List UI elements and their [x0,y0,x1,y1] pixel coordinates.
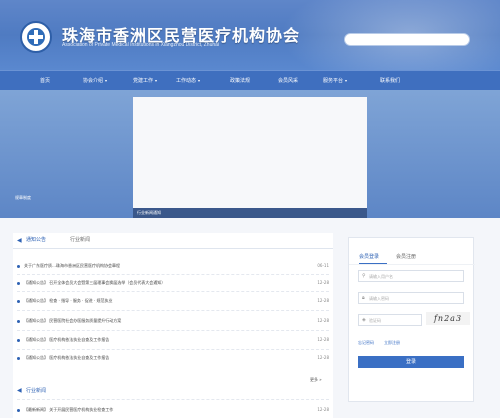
bullet-icon [17,320,20,323]
banner-image [133,97,367,208]
user-icon: ⚲ [362,273,366,279]
megaphone-icon: ◀ [17,387,22,394]
banner-left-caption: 规章制度 [15,195,31,200]
chevron-down-icon: ▾ [105,78,108,83]
username-field[interactable]: ⚲ 请输入用户名 [358,270,464,282]
lock-icon: 🔒︎ [362,295,365,301]
forgot-password-link[interactable]: 忘记密码 [358,340,374,346]
chevron-down-icon: ▾ [198,78,201,83]
nav-item-members[interactable]: 会员风采 [268,71,308,91]
nav-item-about[interactable]: 协会介绍 ▾ [75,71,115,91]
captcha-image[interactable]: fn2a3 [426,312,470,325]
list-item[interactable]: 【最新新闻】 关于开展民营医疗机构执业检查工作 12-28 [17,406,333,416]
bullet-icon [17,300,20,303]
nav-item-work[interactable]: 工作动态 ▾ [168,71,208,91]
main-nav: 首页 协会介绍 ▾ 党建工作 ▾ 工作动态 ▾ 政策法规 会员风采 服务平台 ▾ 联系我… [0,70,500,90]
association-logo[interactable] [20,21,52,53]
nav-item-policy[interactable]: 政策法规 [220,71,260,91]
tab-announcements[interactable]: 通知公告 [26,236,46,243]
list-item[interactable]: 【通知公告】 医疗机构依法执业自查及工作报告 12-28 [17,336,333,346]
list-item[interactable]: 【通知公告】 民营医院社会办医服务质量提升行动方案 12-28 [17,317,333,327]
section-title: 行业新闻 [26,388,47,394]
bullet-icon [17,282,20,285]
register-link[interactable]: 立即注册 [384,340,400,346]
nav-item-services[interactable]: 服务平台 ▾ [315,71,355,91]
banner-caption-bar: 行业新闻通知 [133,208,367,218]
megaphone-icon: ◀ [17,237,22,244]
site-header: 珠海市香洲区民营医疗机构协会 Association of Private Me… [0,0,500,70]
tab-login[interactable]: 会员登录 [359,253,379,260]
hero-banner[interactable]: 规章制度 行业新闻通知 [0,90,500,218]
bullet-icon [17,409,20,412]
chevron-down-icon: ▾ [345,78,348,83]
password-field[interactable]: 🔒︎ 请输入密码 [358,292,464,304]
tab-industry-news[interactable]: 行业新闻 [70,236,90,243]
list-item[interactable]: 【通知公告】 检查 · 指导 · 服务 · 促进 · 规范执业 12-28 [17,297,333,307]
shield-icon: ◈ [362,317,366,323]
nav-item-home[interactable]: 首页 [30,71,60,91]
nav-item-party[interactable]: 党建工作 ▾ [125,71,165,91]
bullet-icon [17,357,20,360]
banner-caption[interactable]: 行业新闻通知 [137,210,161,216]
search-input[interactable] [344,33,470,46]
bullet-icon [17,265,20,268]
list-item[interactable]: 关于广东医疗质…珠海市香洲区民营医疗机构协会章程 06-11 [17,262,333,272]
nav-item-contact[interactable]: 联系我们 [370,71,410,91]
more-link[interactable]: 更多 » [310,377,322,383]
list-item[interactable]: 【通知公告】 召开全体会员大会暨第三届理事会换届选举（会员代表大会通知） 12-… [17,279,333,289]
bullet-icon [17,339,20,342]
captcha-field[interactable]: ◈ 验证码 [358,314,422,326]
list-item[interactable]: 【通知公告】 医疗机构依法执业自查及工作报告 12-28 [17,354,333,364]
news-tabs: ◀ 通知公告 行业新闻 [13,233,333,249]
tab-register[interactable]: 会员注册 [396,253,416,260]
chevron-down-icon: ▾ [155,78,158,83]
login-button[interactable]: 登录 [358,356,464,368]
site-subtitle: Association of Private Medical Instituti… [62,42,220,48]
